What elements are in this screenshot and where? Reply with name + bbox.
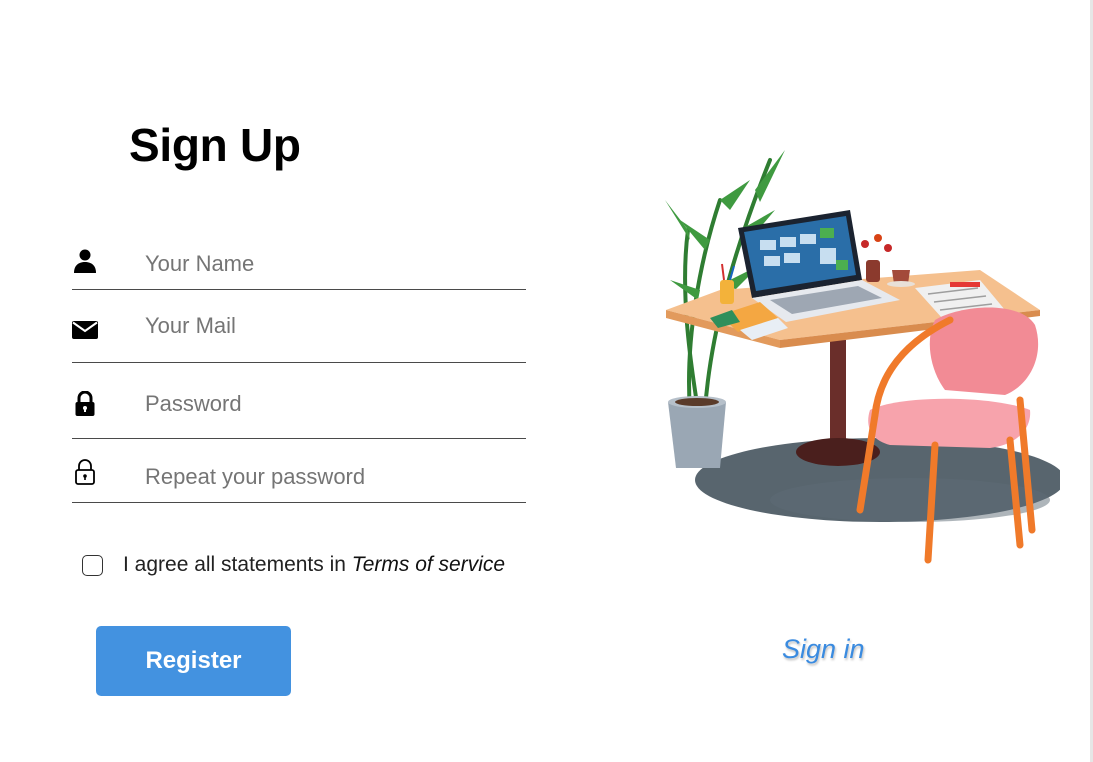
terms-checkbox[interactable] [82,554,103,576]
page-title: Sign Up [129,119,301,171]
terms-agreement: I agree all statements in Terms of servi… [82,549,505,581]
terms-agreement-label: I agree all statements in Terms of servi… [123,553,505,577]
mail-input[interactable] [145,312,515,340]
lock-outline-icon [72,459,98,485]
lock-icon [72,391,98,417]
terms-of-service-link[interactable]: Terms of service [352,553,505,576]
terms-agreement-text: I agree all statements in [123,553,352,576]
name-field [72,240,526,290]
signup-page: Sign Up Your Name Your Mail I agree all … [0,0,1093,762]
password-input[interactable] [145,390,515,418]
person-icon [72,248,98,274]
envelope-icon [72,317,98,343]
name-input[interactable] [145,250,515,278]
sign-in-link[interactable]: Sign in [782,634,865,665]
mail-field [72,300,526,363]
repeat-password-input[interactable] [145,463,515,491]
register-button[interactable]: Register [96,626,291,696]
password-field [72,376,526,439]
desk-workspace-illustration [660,140,1065,565]
repeat-password-field [72,452,526,503]
